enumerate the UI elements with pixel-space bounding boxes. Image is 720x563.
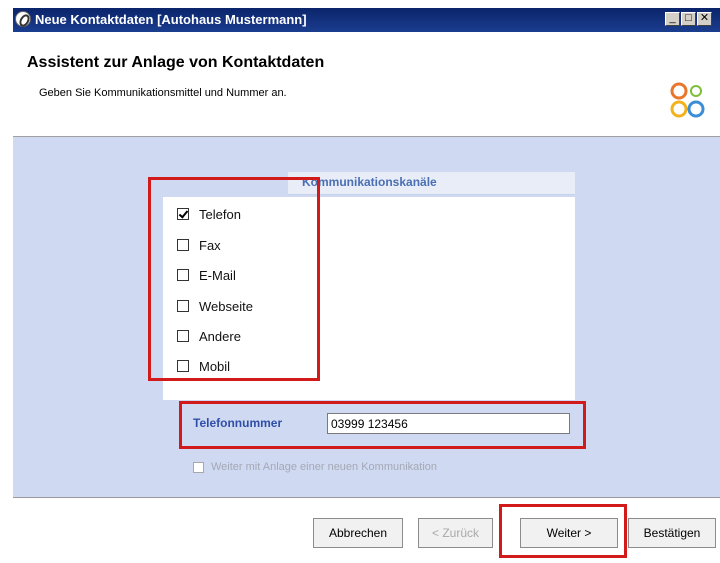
wizard-subtitle: Geben Sie Kommunikationsmittel und Numme… bbox=[39, 87, 287, 99]
highlight-next-button bbox=[499, 504, 627, 558]
title-bar[interactable]: Neue Kontaktdaten [Autohaus Mustermann] … bbox=[13, 8, 720, 32]
continue-checkbox bbox=[193, 461, 204, 473]
maximize-button[interactable]: □ bbox=[681, 12, 696, 26]
back-button: < Zurück bbox=[418, 518, 493, 548]
app-icon bbox=[15, 11, 31, 27]
wizard-header: Assistent zur Anlage von Kontaktdaten Ge… bbox=[13, 32, 720, 137]
wizard-title: Assistent zur Anlage von Kontaktdaten bbox=[27, 54, 325, 71]
close-button[interactable]: ✕ bbox=[697, 12, 712, 26]
channels-panel-header: Kommunikationskanäle bbox=[288, 172, 575, 195]
confirm-button[interactable]: Bestätigen bbox=[628, 518, 716, 548]
continue-option: Weiter mit Anlage einer neuen Kommunikat… bbox=[193, 461, 437, 473]
highlight-channels bbox=[148, 177, 320, 381]
minimize-button[interactable]: _ bbox=[665, 12, 680, 26]
highlight-phone bbox=[179, 401, 586, 449]
continue-option-label: Weiter mit Anlage einer neuen Kommunikat… bbox=[211, 461, 438, 473]
channels-panel-title: Kommunikationskanäle bbox=[302, 175, 437, 189]
cancel-button[interactable]: Abbrechen bbox=[313, 518, 403, 548]
brand-logo-icon bbox=[670, 82, 705, 118]
window-title: Neue Kontaktdaten [Autohaus Mustermann] bbox=[35, 12, 307, 27]
